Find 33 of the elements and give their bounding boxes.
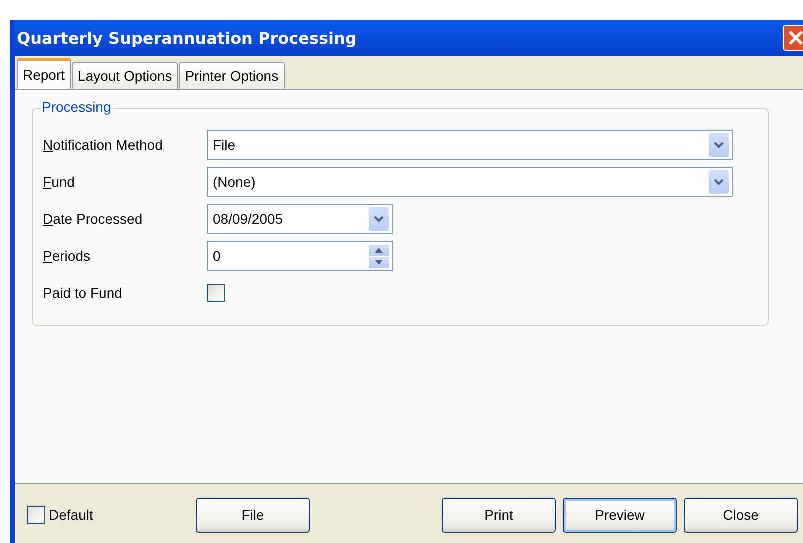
- tab[interactable]: Report: [17, 58, 72, 89]
- checkbox[interactable]: [207, 284, 225, 302]
- field-label: Notification Method: [43, 137, 164, 153]
- field-label: Paid to Fund: [43, 285, 124, 301]
- close-button[interactable]: [783, 25, 803, 51]
- spin-field[interactable]: 0: [207, 241, 393, 271]
- chevron-down-icon: [374, 216, 384, 222]
- dropdown-field[interactable]: 08/09/2005: [207, 204, 393, 234]
- spin-up-button[interactable]: [369, 244, 389, 256]
- group-title: Processing: [40, 99, 114, 115]
- dropdown-field[interactable]: (None): [207, 167, 733, 197]
- tab[interactable]: Printer Options: [179, 62, 285, 89]
- checkbox[interactable]: [27, 506, 45, 524]
- checkbox-label: Default: [49, 507, 94, 523]
- chevron-down-icon: [714, 178, 724, 186]
- push-button[interactable]: Print: [442, 498, 556, 532]
- field-label: Periods: [43, 248, 92, 264]
- push-button[interactable]: File: [196, 498, 310, 532]
- close-icon: [787, 29, 803, 47]
- dropdown-field[interactable]: File: [207, 130, 733, 160]
- up-arrow-icon: [375, 248, 383, 252]
- push-button[interactable]: Close: [684, 498, 798, 532]
- dropdown-button[interactable]: [709, 133, 729, 157]
- tab[interactable]: Layout Options: [72, 62, 178, 89]
- dropdown-button[interactable]: [709, 170, 729, 194]
- chevron-down-icon: [714, 142, 724, 148]
- push-button[interactable]: Preview: [563, 498, 677, 532]
- dropdown-button[interactable]: [369, 207, 389, 231]
- window-title: Quarterly Superannuation Processing: [17, 28, 357, 48]
- field-label: Date Processed: [43, 211, 144, 227]
- field-label: Fund: [43, 174, 76, 190]
- spin-down-button[interactable]: [369, 256, 389, 268]
- down-arrow-icon: [375, 260, 383, 264]
